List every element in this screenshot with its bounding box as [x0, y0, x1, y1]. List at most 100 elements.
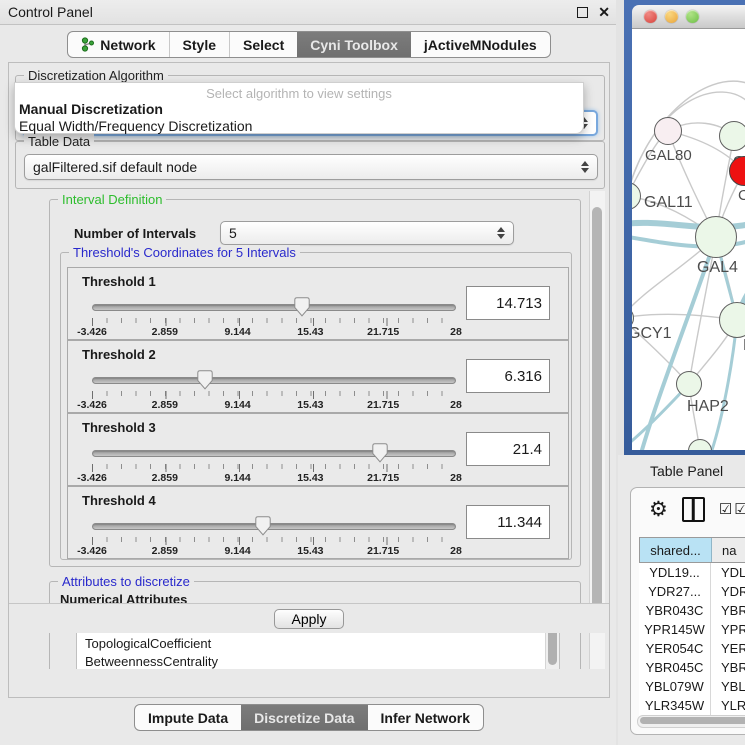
threshold-2-slider[interactable]: -3.426 2.859 9.144 15.43 21.715 28 — [92, 369, 456, 411]
table-row[interactable]: YLR345WYLR3 — [639, 696, 745, 715]
slider-ticks — [92, 318, 460, 326]
node-label: C — [738, 187, 745, 204]
node-label: HAP2 — [687, 398, 729, 416]
table-row[interactable]: YBL079WYBL0 — [639, 677, 745, 696]
table-row[interactable]: YER054CYER0 — [639, 639, 745, 658]
apply-button[interactable]: Apply — [274, 609, 343, 629]
tab-network[interactable]: Network — [68, 32, 168, 57]
list-item[interactable]: BetweennessCentrality — [77, 653, 559, 669]
popup-option-equal-width[interactable]: Equal Width/Frequency Discretization — [15, 118, 583, 135]
slider-track[interactable] — [92, 450, 456, 457]
table-row[interactable]: YBR045CYBR0 — [639, 658, 745, 677]
network-icon — [81, 37, 95, 52]
node-top-right[interactable] — [719, 121, 745, 151]
table-panel-box: ⚙ ☑ ☑ shared... na YDL19...YDL1 YDR27...… — [630, 487, 745, 735]
combo-arrows-icon — [581, 161, 589, 173]
column-header-shared-name[interactable]: shared... — [639, 538, 712, 562]
node-label: GAL11 — [644, 194, 693, 212]
threshold-4-slider[interactable]: -3.426 2.859 9.144 15.43 21.715 28 — [92, 515, 456, 557]
threshold-label: Threshold 2 — [82, 347, 156, 362]
scrollbar-thumb[interactable] — [592, 207, 602, 627]
interval-definition-group: Interval Definition Number of Intervals … — [49, 199, 581, 567]
threshold-2-value-field[interactable]: 6.316 — [466, 359, 550, 393]
threshold-3-value-field[interactable]: 21.4 — [466, 432, 550, 466]
settings-scrollbar[interactable] — [589, 191, 605, 669]
slider-track[interactable] — [92, 304, 456, 311]
table-row[interactable]: YDR27...YDR2 — [639, 582, 745, 601]
slider-track[interactable] — [92, 377, 456, 384]
network-canvas[interactable]: GAL80 GA C GAL11 GAL4 GCY1 H HAP2 — [632, 29, 745, 450]
panel-title: Control Panel — [8, 4, 93, 20]
tab-cyni-toolbox[interactable]: Cyni Toolbox — [297, 32, 411, 57]
threshold-4-value-field[interactable]: 11.344 — [466, 505, 550, 539]
threshold-1-row: Threshold 1 -3.426 2.859 9.144 15.43 — [67, 267, 569, 340]
node-label: GAL80 — [645, 147, 692, 164]
zoom-window-icon[interactable] — [686, 10, 699, 23]
threshold-1-value-field[interactable]: 14.713 — [466, 286, 550, 320]
threshold-label: Threshold 1 — [82, 274, 156, 289]
tab-jactivemnodules[interactable]: jActiveMNodules — [411, 32, 550, 57]
group-title: Table Data — [24, 134, 94, 149]
table-data-combobox[interactable]: galFiltered.sif default node — [24, 154, 598, 180]
control-panel-titlebar: Control Panel ✕ — [0, 0, 618, 25]
table-row[interactable]: YBR043CYBR0 — [639, 601, 745, 620]
tab-select[interactable]: Select — [229, 32, 297, 57]
tab-discretize-data[interactable]: Discretize Data — [241, 705, 367, 730]
table-data-value: galFiltered.sif default node — [33, 159, 197, 175]
split-columns-icon[interactable] — [682, 497, 705, 522]
slider-thumb[interactable] — [255, 516, 271, 536]
thresholds-group: Threshold's Coordinates for 5 Intervals … — [60, 252, 572, 560]
group-title: Attributes to discretize — [58, 574, 194, 589]
cyni-toolbox-panel: Discretization Algorithm Table Data galF… — [8, 62, 610, 698]
table-row[interactable]: YDL19...YDL1 — [639, 563, 745, 582]
popup-hint: Select algorithm to view settings — [15, 83, 583, 101]
slider-tick-labels: -3.426 2.859 9.144 15.43 21.715 28 — [92, 472, 456, 484]
checkbox-icon[interactable]: ☑ — [734, 502, 745, 517]
checkbox-icon[interactable]: ☑ — [719, 502, 732, 517]
table-rows: YDL19...YDL1 YDR27...YDR2 YBR043CYBR0 YP… — [639, 563, 745, 721]
slider-tick-labels: -3.426 2.859 9.144 15.43 21.715 28 — [92, 545, 456, 557]
network-window-titlebar[interactable] — [632, 5, 745, 29]
group-title: Threshold's Coordinates for 5 Intervals — [69, 245, 300, 260]
threshold-2-row: Threshold 2 -3.426 2.859 9.144 15.43 — [67, 340, 569, 413]
threshold-3-slider[interactable]: -3.426 2.859 9.144 15.43 21.715 28 — [92, 442, 456, 484]
column-header-name[interactable]: na — [712, 538, 745, 562]
gear-icon[interactable]: ⚙ — [649, 499, 668, 520]
threshold-label: Threshold 4 — [82, 493, 156, 508]
tab-impute-data[interactable]: Impute Data — [135, 705, 241, 730]
table-panel-title: Table Panel — [650, 463, 723, 479]
node-table: shared... na YDL19...YDL1 YDR27...YDR2 Y… — [639, 537, 745, 721]
apply-bar: Apply — [9, 603, 609, 633]
slider-thumb[interactable] — [372, 443, 388, 463]
network-window: GAL80 GA C GAL11 GAL4 GCY1 H HAP2 — [632, 5, 745, 451]
close-window-icon[interactable] — [644, 10, 657, 23]
minimize-window-icon[interactable] — [665, 10, 678, 23]
popup-option-manual[interactable]: Manual Discretization — [15, 101, 583, 118]
node-gal4[interactable] — [695, 216, 737, 258]
float-panel-icon[interactable] — [577, 7, 588, 18]
node-hap2[interactable] — [676, 371, 702, 397]
tab-infer-network[interactable]: Infer Network — [368, 705, 483, 730]
scrollbar-thumb[interactable] — [640, 717, 745, 724]
slider-thumb[interactable] — [294, 297, 310, 317]
list-item[interactable]: TopologicalCoefficient — [77, 635, 559, 653]
threshold-1-slider[interactable]: -3.426 2.859 9.144 15.43 21.715 28 — [92, 296, 456, 338]
node-label: GAL4 — [697, 259, 738, 277]
table-row[interactable]: YPR145WYPR1 — [639, 620, 745, 639]
slider-ticks — [92, 464, 460, 472]
table-header-row: shared... na — [639, 537, 745, 563]
threshold-3-row: Threshold 3 -3.426 2.859 9.144 15.43 — [67, 413, 569, 486]
algorithm-dropdown-popup: Select algorithm to view settings Manual… — [14, 82, 584, 134]
slider-thumb[interactable] — [197, 370, 213, 390]
close-panel-icon[interactable]: ✕ — [598, 5, 610, 19]
table-toolbar: ⚙ ☑ ☑ — [631, 488, 745, 530]
node-gal80[interactable] — [654, 117, 682, 145]
slider-track[interactable] — [92, 523, 456, 530]
number-of-intervals-combobox[interactable]: 5 — [220, 221, 514, 245]
combo-arrows-icon — [497, 227, 505, 239]
slider-tick-labels: -3.426 2.859 9.144 15.43 21.715 28 — [92, 399, 456, 411]
table-horizontal-scrollbar[interactable] — [637, 715, 745, 728]
tab-style[interactable]: Style — [169, 32, 229, 57]
settings-scroll-area: Interval Definition Number of Intervals … — [15, 191, 605, 669]
slider-tick-labels: -3.426 2.859 9.144 15.43 21.715 28 — [92, 326, 456, 338]
